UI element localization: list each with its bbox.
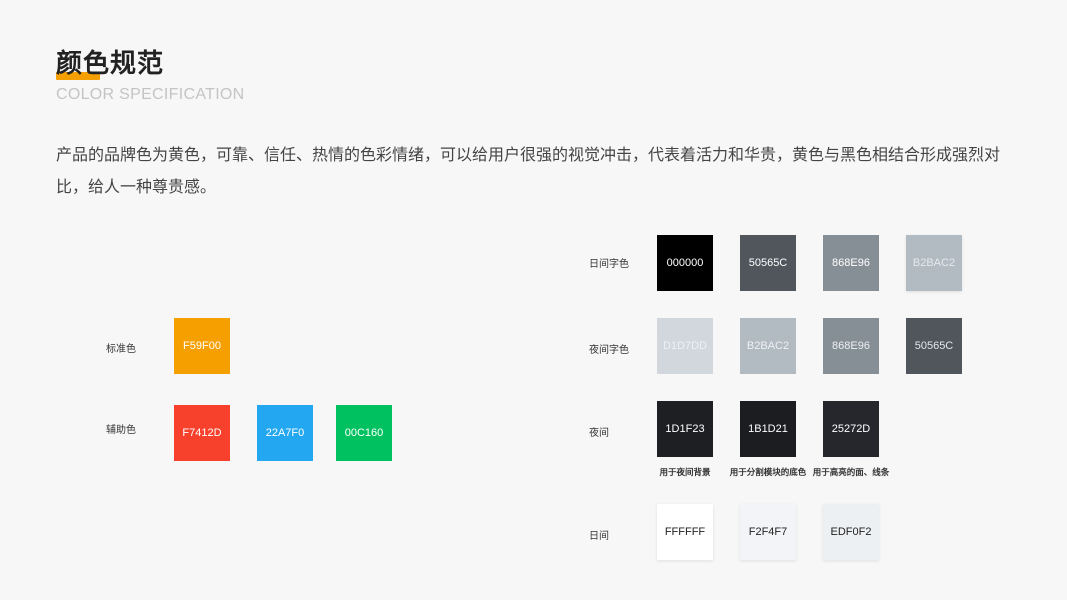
swatch-hex: F2F4F7: [748, 526, 788, 538]
swatch-hex: 22A7F0: [265, 427, 305, 439]
auxiliary-color-label: 辅助色: [106, 425, 136, 436]
day-color-label: 日间: [589, 531, 609, 542]
swatch-hex: F7412D: [182, 427, 222, 439]
description-paragraph: 产品的品牌色为黄色，可靠、信任、热情的色彩情绪，可以给用户很强的视觉冲击，代表着…: [56, 145, 1001, 196]
swatch-standard-yellow: F59F00: [174, 318, 230, 374]
swatch-hex: 25272D: [831, 423, 871, 435]
swatch-auxiliary-red: F7412D: [174, 405, 230, 461]
swatch-night-2: 1B1D21: [740, 401, 796, 457]
night-text-color-label: 夜间字色: [589, 345, 629, 356]
swatch-day-2: F2F4F7: [740, 504, 796, 560]
swatch-day-text-4: B2BAC2: [906, 235, 962, 291]
swatch-hex: 50565C: [914, 340, 954, 352]
swatch-night-text-1: D1D7DD: [657, 318, 713, 374]
night-caption-1: 用于夜间背景: [659, 468, 711, 478]
swatch-day-text-2: 50565C: [740, 235, 796, 291]
page-title: 颜色规范: [56, 49, 165, 79]
swatch-night-text-3: 868E96: [823, 318, 879, 374]
swatch-night-3: 25272D: [823, 401, 879, 457]
swatch-day-text-1: 000000: [657, 235, 713, 291]
swatch-hex: B2BAC2: [746, 340, 790, 352]
swatch-day-3: EDF0F2: [823, 504, 879, 560]
day-text-color-label: 日间字色: [589, 259, 629, 270]
swatch-hex: 50565C: [748, 257, 788, 269]
swatch-hex: F59F00: [183, 340, 221, 352]
swatch-hex: 868E96: [832, 340, 870, 352]
night-color-label: 夜间: [589, 428, 609, 439]
swatch-auxiliary-blue: 22A7F0: [257, 405, 313, 461]
page-title-block: 颜色规范: [56, 46, 164, 82]
swatch-night-text-4: 50565C: [906, 318, 962, 374]
swatch-day-text-3: 868E96: [823, 235, 879, 291]
swatch-hex: 000000: [666, 257, 704, 269]
swatch-hex: B2BAC2: [912, 257, 956, 269]
swatch-hex: 00C160: [344, 427, 384, 439]
swatch-day-1: FFFFFF: [657, 504, 713, 560]
swatch-hex: 1B1D21: [748, 423, 788, 435]
page-subtitle: COLOR SPECIFICATION: [56, 86, 245, 103]
swatch-hex: EDF0F2: [830, 526, 872, 538]
standard-color-label: 标准色: [106, 344, 136, 355]
swatch-night-1: 1D1F23: [657, 401, 713, 457]
swatch-hex: 1D1F23: [665, 423, 705, 435]
night-caption-3: 用于高亮的面、线条: [812, 468, 890, 478]
swatch-hex: FFFFFF: [664, 526, 706, 538]
swatch-hex: D1D7DD: [662, 340, 707, 352]
night-caption-2: 用于分割模块的底色: [729, 468, 807, 478]
swatch-night-text-2: B2BAC2: [740, 318, 796, 374]
swatch-auxiliary-green: 00C160: [336, 405, 392, 461]
swatch-hex: 868E96: [832, 257, 870, 269]
